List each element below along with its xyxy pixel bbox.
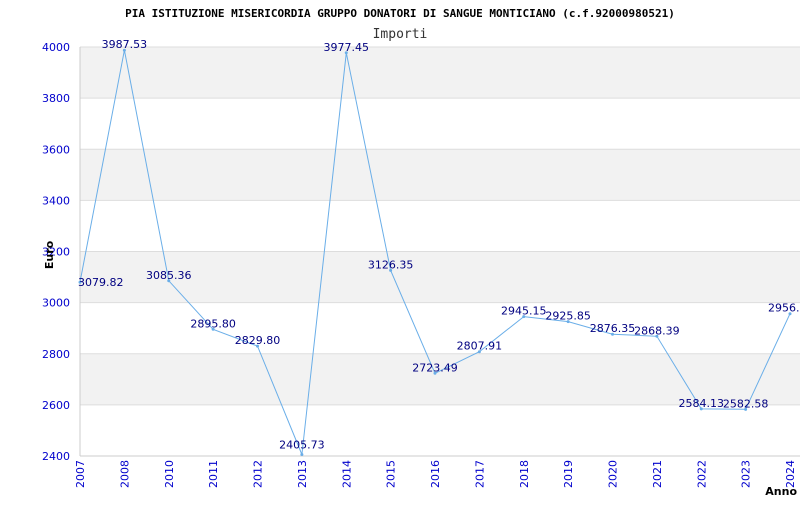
x-tick-label: 2013 xyxy=(296,460,309,488)
legend-label: Importi xyxy=(373,27,428,42)
data-label: 2945.15 xyxy=(501,305,547,318)
x-tick-label: 2022 xyxy=(695,460,708,488)
x-tick-label: 2020 xyxy=(607,460,620,488)
x-tick-label: 2021 xyxy=(651,460,664,488)
x-tick-label: 2019 xyxy=(562,460,575,488)
data-label: 2876.35 xyxy=(590,322,636,335)
chart: 2400 2600 2800 3000 3200 3400 3600 3800 4000 2007… xyxy=(0,0,800,500)
plot-band xyxy=(80,149,800,201)
x-tick-label: 2012 xyxy=(252,460,265,488)
x-tick-label: 2014 xyxy=(340,460,353,488)
chart-title: PIA ISTITUZIONE MISERICORDIA GRUPPO DONA… xyxy=(125,7,675,20)
x-tick-label: 2015 xyxy=(385,460,398,488)
plot-band xyxy=(80,200,800,252)
x-tick-label: 2024 xyxy=(784,460,797,488)
y-tick-label: 3000 xyxy=(42,297,70,310)
data-label: 3987.53 xyxy=(102,38,148,51)
y-axis-title: Euro xyxy=(43,240,56,269)
x-tick-label: 2007 xyxy=(74,460,87,488)
data-label: 2582.58 xyxy=(723,397,769,410)
data-label: 2895.80 xyxy=(190,317,236,330)
x-tick-label: 2018 xyxy=(518,460,531,488)
plot-band xyxy=(80,47,800,99)
data-label: 3085.36 xyxy=(146,269,192,282)
y-tick-label: 4000 xyxy=(42,41,70,54)
data-label: 3079.82 xyxy=(78,276,124,289)
y-tick-label: 2400 xyxy=(42,450,70,463)
x-tick-label: 2011 xyxy=(207,460,220,488)
x-tick-label: 2010 xyxy=(163,460,176,488)
y-tick-label: 3600 xyxy=(42,143,70,156)
data-label: 3977.45 xyxy=(324,41,370,54)
y-tick-label: 3800 xyxy=(42,92,70,105)
x-tick-label: 2016 xyxy=(429,460,442,488)
data-label: 2405.73 xyxy=(279,439,325,452)
data-label: 3126.35 xyxy=(368,258,414,271)
x-tick-label: 2008 xyxy=(118,460,131,488)
plot-band xyxy=(80,98,800,150)
y-tick-label: 3400 xyxy=(42,194,70,207)
x-tick-label: 2023 xyxy=(740,460,753,488)
data-label: 2956.5 xyxy=(768,302,800,315)
data-label: 2584.13 xyxy=(679,397,725,410)
data-label: 2925.85 xyxy=(545,310,591,323)
x-axis-title: Anno xyxy=(765,485,797,498)
plot-band xyxy=(80,302,800,354)
y-tick-label: 2800 xyxy=(42,348,70,361)
data-label: 2829.80 xyxy=(235,334,281,347)
plot-band xyxy=(80,404,800,456)
y-tick-label: 2600 xyxy=(42,399,70,412)
data-point xyxy=(300,453,304,457)
data-label: 2868.39 xyxy=(634,324,680,337)
x-tick-label: 2017 xyxy=(473,460,486,488)
data-label: 2807.91 xyxy=(457,340,503,353)
line-chart: 2400260028003000320034003600380040002007… xyxy=(42,7,800,498)
data-label: 2723.49 xyxy=(412,361,458,374)
